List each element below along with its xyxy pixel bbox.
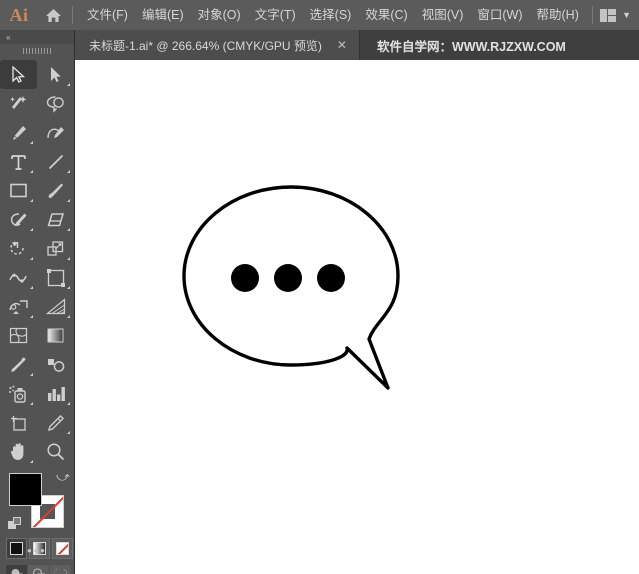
menu-divider [72,6,73,24]
tool-flyout-indicator [30,402,33,405]
curvature-tool[interactable] [37,118,74,147]
tool-flyout-indicator [67,286,70,289]
paintbrush-tool[interactable] [37,176,74,205]
tool-flyout-indicator [30,170,33,173]
draw-mode-inside[interactable] [50,565,71,574]
blend-tool[interactable] [37,350,74,379]
tool-flyout-indicator [30,460,33,463]
document-tab-title: 未标题-1.ai* @ 266.64% (CMYK/GPU 预览) [89,38,322,53]
pen-tool[interactable] [0,118,37,147]
shape-builder-tool[interactable] [0,292,37,321]
tool-flyout-indicator [67,83,70,86]
tool-flyout-indicator [67,257,70,260]
slice-tool[interactable] [37,408,74,437]
scale-tool[interactable] [37,234,74,263]
menu-help[interactable]: 帮助(H) [530,5,586,25]
draw-mode-behind[interactable] [28,565,49,574]
fill-stroke-controls: ⤻ [8,469,70,530]
tool-flyout-indicator [67,199,70,202]
tool-flyout-indicator [30,315,33,318]
bubble-dot-3[interactable] [317,264,345,292]
column-graph-tool[interactable] [37,379,74,408]
zoom-tool[interactable] [37,437,74,466]
draw-mode-row [6,565,74,574]
menu-type[interactable]: 文字(T) [248,5,303,25]
menu-object[interactable]: 对象(O) [191,5,248,25]
bubble-dot-1[interactable] [231,264,259,292]
home-icon[interactable] [38,0,68,30]
tool-grid [0,58,74,466]
direct-selection-tool[interactable] [37,60,74,89]
ai-logo: Ai [9,4,29,25]
more-tools-button[interactable]: ••• [0,543,74,558]
speech-bubble-artwork[interactable] [75,60,639,574]
tool-flyout-indicator [30,286,33,289]
bubble-dot-2[interactable] [274,264,302,292]
arrange-documents-icon[interactable] [600,8,617,22]
hand-tool[interactable] [0,437,37,466]
tool-flyout-indicator [30,199,33,202]
tool-flyout-indicator [67,170,70,173]
illustrator-window: Ai 文件(F) 编辑(E) 对象(O) 文字(T) 选择(S) 效果(C) 视… [0,0,639,574]
rotate-tool[interactable] [0,234,37,263]
free-transform-tool[interactable] [37,263,74,292]
lasso-tool[interactable] [37,89,74,118]
tool-flyout-indicator [30,141,33,144]
shaper-pencil-tool[interactable] [0,205,37,234]
perspective-grid-tool[interactable] [37,292,74,321]
panel-drag-handle[interactable] [0,44,74,58]
menu-edit[interactable]: 编辑(E) [135,5,191,25]
draw-mode-normal[interactable] [6,565,27,574]
collapse-panel-button[interactable]: « [0,30,74,44]
chevron-down-icon[interactable]: ▼ [622,10,631,20]
menu-bar: Ai 文件(F) 编辑(E) 对象(O) 文字(T) 选择(S) 效果(C) 视… [0,0,639,30]
tool-flyout-indicator [67,431,70,434]
eyedropper-tool[interactable] [0,350,37,379]
artboard-tool[interactable] [0,408,37,437]
tool-flyout-indicator [67,315,70,318]
magic-wand-tool[interactable] [0,89,37,118]
menu-effect[interactable]: 效果(C) [358,5,414,25]
menu-select[interactable]: 选择(S) [303,5,359,25]
width-warp-tool[interactable] [0,263,37,292]
menu-view[interactable]: 视图(V) [415,5,471,25]
tool-flyout-indicator [67,402,70,405]
document-canvas[interactable] [75,60,639,574]
menu-item-list: 文件(F) 编辑(E) 对象(O) 文字(T) 选择(S) 效果(C) 视图(V… [80,5,586,25]
watermark-text: 软件自学网：WWW.RJZXW.COM [376,39,566,54]
document-tab[interactable]: 未标题-1.ai* @ 266.64% (CMYK/GPU 预览) ✕ [75,30,360,60]
tools-panel: « ⤻ ••• [0,30,75,574]
tool-flyout-indicator [67,228,70,231]
symbol-sprayer-tool[interactable] [0,379,37,408]
line-segment-tool[interactable] [37,147,74,176]
mesh-tool[interactable] [0,321,37,350]
fill-color-swatch[interactable] [9,473,42,506]
close-icon[interactable]: ✕ [334,39,350,51]
swap-fill-stroke-icon[interactable]: ⤻ [56,469,70,485]
tool-flyout-indicator [30,373,33,376]
default-fill-stroke-icon[interactable] [8,517,21,530]
menu-bar-right: ▼ [588,6,639,24]
type-tool[interactable] [0,147,37,176]
tool-flyout-indicator [30,257,33,260]
eraser-tool[interactable] [37,205,74,234]
menu-divider-right [592,6,594,24]
gradient-tool[interactable] [37,321,74,350]
tool-flyout-indicator [30,228,33,231]
rectangle-tool[interactable] [0,176,37,205]
selection-tool[interactable] [0,60,37,89]
document-tab-bar: 未标题-1.ai* @ 266.64% (CMYK/GPU 预览) ✕ 软件自学… [75,30,639,60]
menu-file[interactable]: 文件(F) [80,5,135,25]
menu-window[interactable]: 窗口(W) [470,5,529,25]
